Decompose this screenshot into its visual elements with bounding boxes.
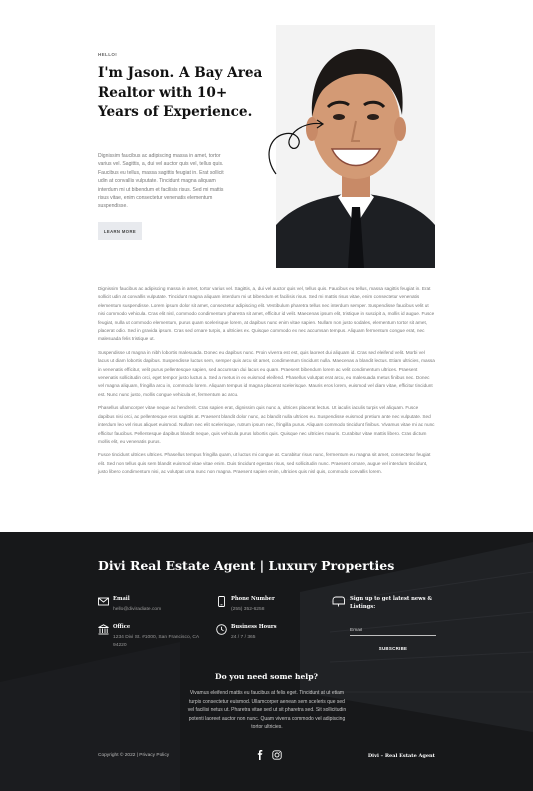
subscribe-button[interactable]: Subscribe	[350, 642, 436, 654]
footer-brand: Divi – Real Estate Agent	[367, 753, 435, 759]
copyright-text[interactable]: Copyright © 2022 | Privacy Policy	[98, 753, 169, 758]
email-label: Email	[113, 596, 130, 602]
body-paragraph: Phasellus ullamcorper vitae neque ac hen…	[98, 405, 435, 444]
hours-label: Business Hours	[231, 624, 277, 630]
instagram-icon[interactable]	[272, 750, 282, 760]
clock-icon	[216, 624, 227, 635]
hero-section: Hello! I'm Jason. A Bay Area Realtor wit…	[0, 0, 533, 532]
facebook-icon[interactable]	[255, 750, 265, 760]
learn-more-button[interactable]: Learn More	[98, 222, 142, 240]
phone-icon	[218, 596, 225, 607]
office-value: 1234 Divi St. #1000, San Francisco, CA 9…	[113, 635, 199, 648]
hours-value: 24 / 7 / 365	[231, 635, 256, 640]
hero-intro-text: Dignissim faucibus ac adipiscing massa i…	[98, 153, 224, 210]
phone-value[interactable]: (255) 352-6258	[231, 606, 341, 614]
bank-icon	[98, 624, 109, 635]
help-title: Do you need some help?	[215, 672, 318, 681]
curved-arrow-icon	[268, 119, 325, 175]
phone-label: Phone Number	[231, 596, 275, 602]
footer-hours-block: Business Hours 24 / 7 / 365	[216, 624, 326, 648]
footer-phone-block: Phone Number (255) 352-6258	[216, 596, 326, 620]
newsletter-email-input[interactable]	[350, 625, 436, 636]
hero-eyebrow: Hello!	[98, 52, 118, 57]
footer-email-block: Email hello@diviradiate.com	[98, 596, 208, 620]
hero-headline: I'm Jason. A Bay Area Realtor with 10+ Y…	[98, 65, 263, 120]
footer-office-block: Office 1234 Divi St. #1000, San Francisc…	[98, 624, 218, 656]
help-text: Vivamus eleifend mattis eu faucibus at f…	[187, 690, 347, 730]
email-value[interactable]: hello@diviradiate.com	[113, 606, 223, 614]
footer: Divi Real Estate Agent | Luxury Properti…	[0, 532, 533, 791]
envelope-icon	[98, 597, 109, 606]
body-text: Dignissim faucibus ac adipiscing massa i…	[98, 285, 435, 482]
footer-title: Divi Real Estate Agent | Luxury Properti…	[98, 558, 395, 573]
newsletter-signup: Sign up to get latest news & Listings: S…	[332, 596, 436, 656]
mailbox-icon	[332, 596, 345, 607]
body-paragraph: Dignissim faucibus ac adipiscing massa i…	[98, 286, 435, 342]
signup-label: Sign up to get latest news & Listings:	[350, 596, 433, 610]
body-paragraph: Suspendisse ut magna in nibh lobortis ma…	[98, 349, 435, 397]
office-label: Office	[113, 624, 131, 630]
body-paragraph: Fusce tincidunt ultrices ultrices. Phase…	[98, 452, 431, 475]
